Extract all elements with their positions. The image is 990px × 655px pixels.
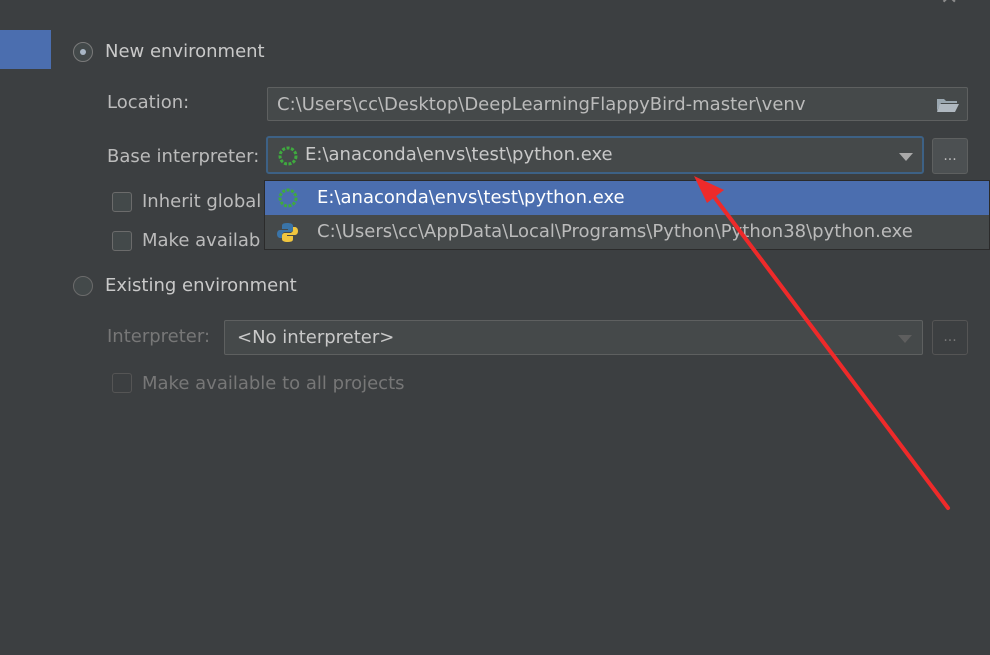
annotation-arrow	[694, 176, 950, 510]
